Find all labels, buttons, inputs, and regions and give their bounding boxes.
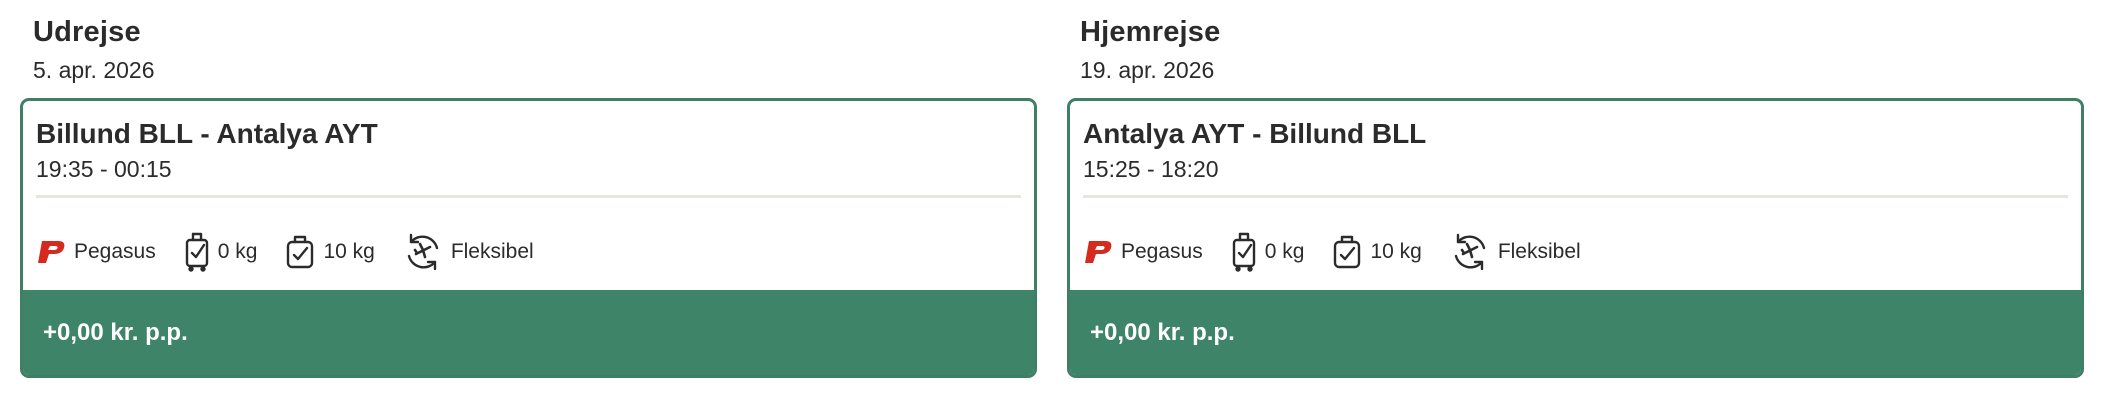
flex-info: Fleksibel bbox=[403, 232, 534, 272]
pegasus-logo-icon bbox=[1083, 239, 1113, 265]
leg-date: 19. apr. 2026 bbox=[1080, 57, 1215, 83]
leg-heading: Udrejse bbox=[33, 16, 141, 48]
flight-times: 15:25 - 18:20 bbox=[1083, 156, 1219, 182]
flexible-rebooking-icon bbox=[1450, 232, 1490, 272]
flight-option-card[interactable]: Antalya AYT - Billund BLL 15:25 - 18:20 … bbox=[1067, 98, 2084, 378]
price-label: +0,00 kr. p.p. bbox=[1090, 318, 1235, 346]
carry-on-weight: 0 kg bbox=[217, 240, 258, 263]
price-bar: +0,00 kr. p.p. bbox=[1070, 290, 2081, 375]
airline-name: Pegasus bbox=[1121, 240, 1203, 263]
flexible-rebooking-icon bbox=[403, 232, 443, 272]
carry-on-info: 0 kg bbox=[184, 232, 258, 272]
leg-heading: Hjemrejse bbox=[1080, 16, 1221, 48]
checked-bag-icon bbox=[285, 234, 315, 270]
flight-route: Antalya AYT - Billund BLL bbox=[1083, 118, 1427, 149]
flight-times: 19:35 - 00:15 bbox=[36, 156, 172, 182]
pegasus-logo-icon bbox=[36, 239, 66, 265]
divider bbox=[36, 195, 1021, 198]
airline-info: Pegasus bbox=[1083, 239, 1203, 265]
leg-date: 5. apr. 2026 bbox=[33, 57, 155, 83]
flex-label: Fleksibel bbox=[1497, 240, 1581, 263]
divider bbox=[1083, 195, 2068, 198]
flight-route: Billund BLL - Antalya AYT bbox=[36, 118, 378, 149]
checked-bag-info: 10 kg bbox=[1332, 234, 1422, 270]
carry-on-info: 0 kg bbox=[1231, 232, 1305, 272]
flight-features: Pegasus 0 kg 10 kg Fleksibel bbox=[36, 229, 562, 275]
carry-on-suitcase-icon bbox=[184, 232, 210, 272]
airline-info: Pegasus bbox=[36, 239, 156, 265]
flight-option-card[interactable]: Billund BLL - Antalya AYT 19:35 - 00:15 … bbox=[20, 98, 1037, 378]
checked-bag-icon bbox=[1332, 234, 1362, 270]
checked-bag-weight: 10 kg bbox=[323, 240, 375, 263]
carry-on-suitcase-icon bbox=[1231, 232, 1257, 272]
airline-name: Pegasus bbox=[74, 240, 156, 263]
price-bar: +0,00 kr. p.p. bbox=[23, 290, 1034, 375]
flight-features: Pegasus 0 kg 10 kg Fleksibel bbox=[1083, 229, 1609, 275]
flex-info: Fleksibel bbox=[1450, 232, 1581, 272]
flex-label: Fleksibel bbox=[450, 240, 534, 263]
checked-bag-weight: 10 kg bbox=[1370, 240, 1422, 263]
carry-on-weight: 0 kg bbox=[1264, 240, 1305, 263]
checked-bag-info: 10 kg bbox=[285, 234, 375, 270]
price-label: +0,00 kr. p.p. bbox=[43, 318, 188, 346]
